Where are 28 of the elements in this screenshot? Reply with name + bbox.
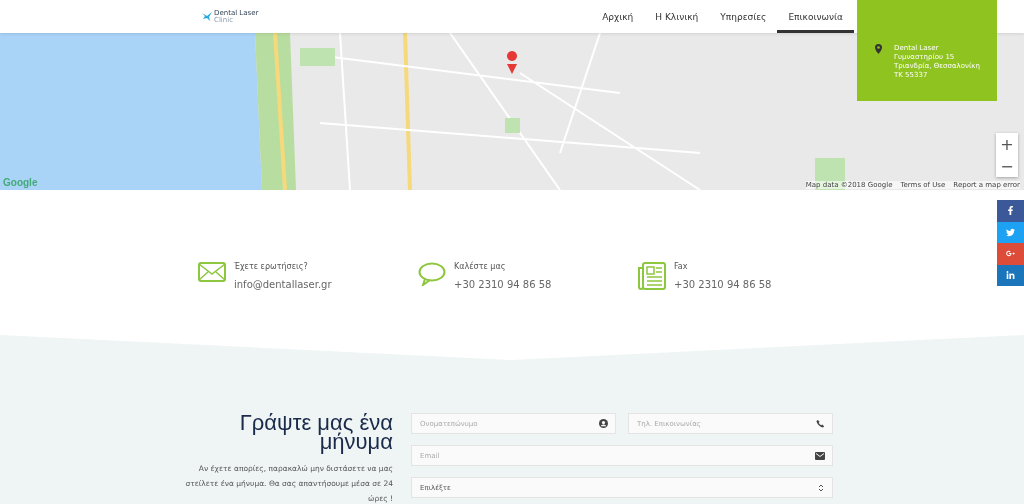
map-pin-icon bbox=[875, 44, 882, 54]
contact-value: +30 2310 94 86 58 bbox=[454, 279, 552, 290]
speech-bubble-icon bbox=[418, 262, 446, 286]
contact-title: Καλέστε μας bbox=[454, 262, 507, 271]
nav-link[interactable]: Υπηρεσίες bbox=[709, 0, 778, 33]
google-plus-icon bbox=[1006, 249, 1015, 259]
zoom-in-button[interactable]: + bbox=[996, 133, 1018, 155]
nav-link[interactable]: Αρχική bbox=[591, 0, 645, 33]
bird-icon bbox=[1006, 227, 1015, 237]
bird-logo-icon bbox=[202, 12, 212, 21]
share-button[interactable] bbox=[997, 200, 1024, 222]
contact-title: Έχετε ερωτήσεις? bbox=[234, 262, 309, 271]
contact-value: info@dentallaser.gr bbox=[234, 279, 332, 290]
facebook-icon bbox=[1006, 206, 1015, 216]
user-icon bbox=[599, 419, 608, 428]
phone-icon bbox=[816, 419, 825, 428]
nav-link[interactable]: Η Κλινική bbox=[644, 0, 710, 33]
linkedin-icon bbox=[1006, 270, 1015, 280]
mail-icon bbox=[815, 451, 825, 460]
zoom-out-button[interactable]: − bbox=[996, 155, 1018, 177]
share-button[interactable] bbox=[997, 221, 1024, 243]
updown-caret-icon bbox=[818, 482, 824, 493]
contact-title: Fax bbox=[674, 262, 689, 271]
share-button[interactable] bbox=[997, 264, 1024, 286]
contact-value: +30 2310 94 86 58 bbox=[674, 279, 772, 290]
newspaper-icon bbox=[638, 262, 666, 290]
map-logo: Google bbox=[3, 177, 38, 188]
envelope-icon bbox=[198, 262, 226, 282]
